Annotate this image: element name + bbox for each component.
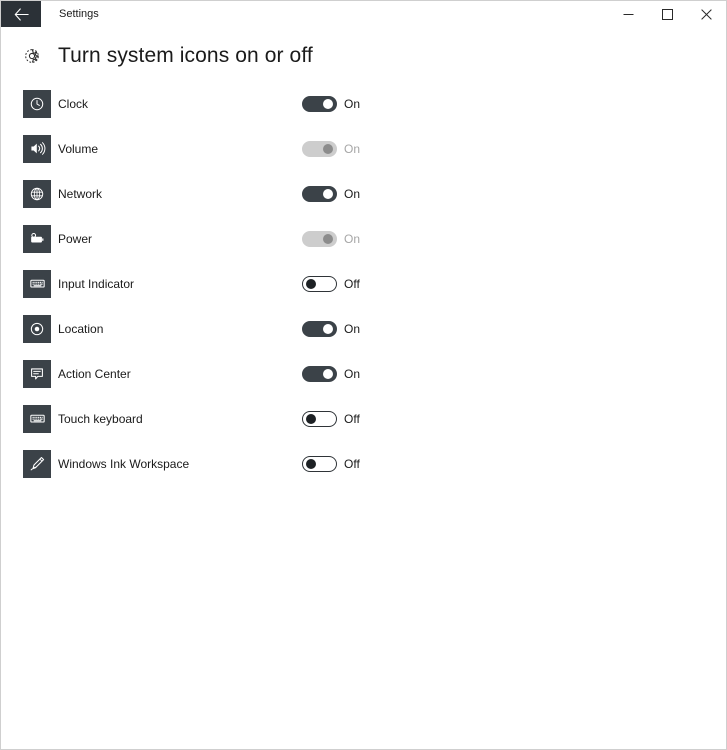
- toggle-group: On: [302, 230, 368, 247]
- system-icon-label: Volume: [58, 141, 99, 156]
- toggle-knob: [323, 98, 333, 109]
- toggle-switch[interactable]: [302, 95, 337, 112]
- system-icon-row: Action Center On: [1, 351, 726, 396]
- toggle-state-label: Off: [344, 456, 360, 471]
- system-icon-row: Clock On: [1, 81, 726, 126]
- volume-icon: [23, 134, 51, 163]
- close-button[interactable]: [687, 1, 726, 27]
- location-target-icon: [23, 314, 51, 343]
- gear-icon: [21, 45, 43, 67]
- toggle-group: On: [302, 95, 368, 112]
- toggle-knob: [323, 143, 333, 154]
- back-arrow-icon: [14, 7, 29, 21]
- system-icon-row: Volume On: [1, 126, 726, 171]
- page-title: Turn system icons on or off: [58, 43, 313, 67]
- toggle-knob: [323, 368, 333, 379]
- system-icon-row: Power On: [1, 216, 726, 261]
- system-icon-label: Clock: [58, 96, 89, 111]
- window-title: Settings: [59, 8, 99, 20]
- system-icon-row: Location On: [1, 306, 726, 351]
- clock-icon: [23, 89, 51, 118]
- system-icon-row: Windows Ink Workspace Off: [1, 441, 726, 486]
- toggle-state-label: Off: [344, 276, 360, 291]
- toggle-switch[interactable]: [302, 365, 337, 382]
- toggle-switch[interactable]: [302, 320, 337, 337]
- toggle-knob: [306, 413, 316, 424]
- toggle-switch[interactable]: [302, 455, 337, 472]
- system-icon-row: Input Indicator Off: [1, 261, 726, 306]
- system-icon-label: Touch keyboard: [58, 411, 143, 426]
- toggle-state-label: On: [344, 96, 361, 111]
- toggle-switch[interactable]: [302, 275, 337, 292]
- minimize-icon: [623, 13, 634, 15]
- minimize-button[interactable]: [609, 1, 648, 27]
- toggle-state-label: On: [344, 321, 361, 336]
- system-icon-label: Action Center: [58, 366, 131, 381]
- system-icon-label: Windows Ink Workspace: [58, 456, 190, 471]
- close-icon: [701, 8, 712, 20]
- pen-icon: [23, 449, 51, 478]
- system-icon-label: Input Indicator: [58, 276, 135, 291]
- page-header: Turn system icons on or off: [1, 27, 726, 67]
- toggle-switch: [302, 230, 337, 247]
- toggle-knob: [306, 458, 316, 469]
- toggle-group: Off: [302, 275, 368, 292]
- toggle-switch: [302, 140, 337, 157]
- toggle-state-label: Off: [344, 411, 360, 426]
- toggle-state-label: On: [344, 186, 361, 201]
- toggle-knob: [306, 278, 316, 289]
- system-icon-label: Power: [58, 231, 93, 246]
- chat-bubble-icon: [23, 359, 51, 388]
- toggle-group: On: [302, 140, 368, 157]
- system-icons-list: Clock On Volume On Network On Power On Input Ind…: [1, 81, 726, 486]
- maximize-button[interactable]: [648, 1, 687, 27]
- toggle-group: On: [302, 365, 368, 382]
- toggle-group: On: [302, 320, 368, 337]
- keyboard-icon: [23, 404, 51, 433]
- keyboard-icon: [23, 269, 51, 298]
- network-globe-icon: [23, 179, 51, 208]
- system-icon-label: Location: [58, 321, 104, 336]
- toggle-knob: [323, 323, 333, 334]
- toggle-group: Off: [302, 410, 368, 427]
- toggle-state-label: On: [344, 231, 361, 246]
- window-controls: [609, 1, 726, 27]
- toggle-group: Off: [302, 455, 368, 472]
- toggle-group: On: [302, 185, 368, 202]
- system-icon-label: Network: [58, 186, 103, 201]
- system-icon-row: Network On: [1, 171, 726, 216]
- toggle-switch[interactable]: [302, 410, 337, 427]
- toggle-knob: [323, 188, 333, 199]
- toggle-knob: [323, 233, 333, 244]
- toggle-state-label: On: [344, 366, 361, 381]
- system-icon-row: Touch keyboard Off: [1, 396, 726, 441]
- maximize-icon: [662, 8, 673, 20]
- title-bar: Settings: [1, 1, 726, 27]
- toggle-switch[interactable]: [302, 185, 337, 202]
- battery-icon: [23, 224, 51, 253]
- back-button[interactable]: [1, 1, 41, 27]
- settings-window: Settings Turn system icons on or off Clo…: [0, 0, 727, 750]
- toggle-state-label: On: [344, 141, 361, 156]
